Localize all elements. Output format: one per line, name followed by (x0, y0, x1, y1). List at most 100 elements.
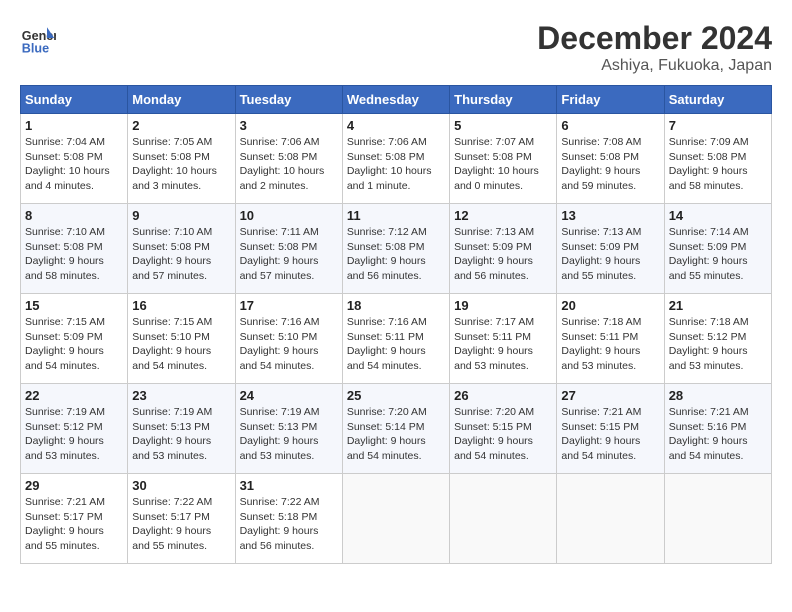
weekday-header: Monday (128, 86, 235, 114)
svg-text:Blue: Blue (22, 41, 49, 55)
calendar-cell: 12 Sunrise: 7:13 AM Sunset: 5:09 PM Dayli… (450, 204, 557, 294)
day-info: Sunrise: 7:21 AM Sunset: 5:15 PM Dayligh… (561, 405, 659, 464)
day-number: 4 (347, 118, 445, 133)
day-info: Sunrise: 7:18 AM Sunset: 5:11 PM Dayligh… (561, 315, 659, 374)
day-number: 24 (240, 388, 338, 403)
day-number: 30 (132, 478, 230, 493)
calendar-cell (342, 474, 449, 564)
calendar-week-row: 15 Sunrise: 7:15 AM Sunset: 5:09 PM Dayli… (21, 294, 772, 384)
calendar-cell: 21Sunrise: 7:18 AM Sunset: 5:12 PM Dayli… (664, 294, 771, 384)
calendar-cell: 20 Sunrise: 7:18 AM Sunset: 5:11 PM Dayli… (557, 294, 664, 384)
calendar-cell (450, 474, 557, 564)
calendar-cell: 22 Sunrise: 7:19 AM Sunset: 5:12 PM Dayli… (21, 384, 128, 474)
weekday-header: Sunday (21, 86, 128, 114)
day-number: 11 (347, 208, 445, 223)
calendar-cell: 15 Sunrise: 7:15 AM Sunset: 5:09 PM Dayli… (21, 294, 128, 384)
day-info: Sunrise: 7:22 AM Sunset: 5:17 PM Dayligh… (132, 495, 230, 554)
day-info: Sunrise: 7:13 AM Sunset: 5:09 PM Dayligh… (454, 225, 552, 284)
day-info: Sunrise: 7:18 AM Sunset: 5:12 PM Dayligh… (669, 315, 767, 374)
calendar-cell: 14 Sunrise: 7:14 AM Sunset: 5:09 PM Dayli… (664, 204, 771, 294)
day-number: 2 (132, 118, 230, 133)
logo-icon: General Blue (20, 20, 56, 56)
calendar-cell: 23 Sunrise: 7:19 AM Sunset: 5:13 PM Dayli… (128, 384, 235, 474)
day-info: Sunrise: 7:12 AM Sunset: 5:08 PM Dayligh… (347, 225, 445, 284)
day-number: 22 (25, 388, 123, 403)
day-number: 27 (561, 388, 659, 403)
day-info: Sunrise: 7:21 AM Sunset: 5:16 PM Dayligh… (669, 405, 767, 464)
calendar-header-row: SundayMondayTuesdayWednesdayThursdayFrid… (21, 86, 772, 114)
calendar-cell: 2 Sunrise: 7:05 AM Sunset: 5:08 PM Daylig… (128, 114, 235, 204)
calendar-cell: 6 Sunrise: 7:08 AM Sunset: 5:08 PM Daylig… (557, 114, 664, 204)
title-area: December 2024 Ashiya, Fukuoka, Japan (537, 20, 772, 75)
calendar-cell: 28 Sunrise: 7:21 AM Sunset: 5:16 PM Dayli… (664, 384, 771, 474)
day-info: Sunrise: 7:04 AM Sunset: 5:08 PM Dayligh… (25, 135, 123, 194)
day-info: Sunrise: 7:08 AM Sunset: 5:08 PM Dayligh… (561, 135, 659, 194)
day-number: 6 (561, 118, 659, 133)
calendar-week-row: 1 Sunrise: 7:04 AM Sunset: 5:08 PM Daylig… (21, 114, 772, 204)
day-info: Sunrise: 7:06 AM Sunset: 5:08 PM Dayligh… (347, 135, 445, 194)
day-number: 5 (454, 118, 552, 133)
day-info: Sunrise: 7:19 AM Sunset: 5:13 PM Dayligh… (132, 405, 230, 464)
calendar-cell: 11 Sunrise: 7:12 AM Sunset: 5:08 PM Dayli… (342, 204, 449, 294)
calendar-cell: 19Sunrise: 7:17 AM Sunset: 5:11 PM Dayli… (450, 294, 557, 384)
day-number: 23 (132, 388, 230, 403)
calendar-cell: 9 Sunrise: 7:10 AM Sunset: 5:08 PM Daylig… (128, 204, 235, 294)
day-info: Sunrise: 7:15 AM Sunset: 5:09 PM Dayligh… (25, 315, 123, 374)
calendar-cell (557, 474, 664, 564)
day-info: Sunrise: 7:22 AM Sunset: 5:18 PM Dayligh… (240, 495, 338, 554)
day-info: Sunrise: 7:10 AM Sunset: 5:08 PM Dayligh… (132, 225, 230, 284)
day-number: 13 (561, 208, 659, 223)
calendar-cell: 31 Sunrise: 7:22 AM Sunset: 5:18 PM Dayli… (235, 474, 342, 564)
day-info: Sunrise: 7:15 AM Sunset: 5:10 PM Dayligh… (132, 315, 230, 374)
weekday-header: Saturday (664, 86, 771, 114)
day-info: Sunrise: 7:05 AM Sunset: 5:08 PM Dayligh… (132, 135, 230, 194)
calendar-week-row: 8 Sunrise: 7:10 AM Sunset: 5:08 PM Daylig… (21, 204, 772, 294)
day-number: 1 (25, 118, 123, 133)
day-number: 18 (347, 298, 445, 313)
day-info: Sunrise: 7:13 AM Sunset: 5:09 PM Dayligh… (561, 225, 659, 284)
day-info: Sunrise: 7:19 AM Sunset: 5:13 PM Dayligh… (240, 405, 338, 464)
calendar-cell: 5 Sunrise: 7:07 AM Sunset: 5:08 PM Daylig… (450, 114, 557, 204)
calendar-cell: 26Sunrise: 7:20 AM Sunset: 5:15 PM Dayli… (450, 384, 557, 474)
day-info: Sunrise: 7:20 AM Sunset: 5:15 PM Dayligh… (454, 405, 552, 464)
location-title: Ashiya, Fukuoka, Japan (537, 57, 772, 75)
day-number: 31 (240, 478, 338, 493)
month-title: December 2024 (537, 20, 772, 57)
day-number: 17 (240, 298, 338, 313)
calendar-cell: 7Sunrise: 7:09 AM Sunset: 5:08 PM Daylig… (664, 114, 771, 204)
day-info: Sunrise: 7:14 AM Sunset: 5:09 PM Dayligh… (669, 225, 767, 284)
calendar-cell: 30 Sunrise: 7:22 AM Sunset: 5:17 PM Dayli… (128, 474, 235, 564)
day-number: 15 (25, 298, 123, 313)
day-number: 25 (347, 388, 445, 403)
calendar-cell: 27 Sunrise: 7:21 AM Sunset: 5:15 PM Dayli… (557, 384, 664, 474)
day-number: 3 (240, 118, 338, 133)
day-number: 8 (25, 208, 123, 223)
calendar-cell: 13 Sunrise: 7:13 AM Sunset: 5:09 PM Dayli… (557, 204, 664, 294)
calendar-week-row: 29Sunrise: 7:21 AM Sunset: 5:17 PM Dayli… (21, 474, 772, 564)
calendar-cell: 3Sunrise: 7:06 AM Sunset: 5:08 PM Daylig… (235, 114, 342, 204)
day-info: Sunrise: 7:16 AM Sunset: 5:11 PM Dayligh… (347, 315, 445, 374)
calendar-cell: 18 Sunrise: 7:16 AM Sunset: 5:11 PM Dayli… (342, 294, 449, 384)
day-number: 9 (132, 208, 230, 223)
day-number: 16 (132, 298, 230, 313)
day-info: Sunrise: 7:21 AM Sunset: 5:17 PM Dayligh… (25, 495, 123, 554)
weekday-header: Tuesday (235, 86, 342, 114)
day-info: Sunrise: 7:07 AM Sunset: 5:08 PM Dayligh… (454, 135, 552, 194)
day-number: 28 (669, 388, 767, 403)
day-info: Sunrise: 7:19 AM Sunset: 5:12 PM Dayligh… (25, 405, 123, 464)
calendar-cell: 10Sunrise: 7:11 AM Sunset: 5:08 PM Dayli… (235, 204, 342, 294)
day-number: 12 (454, 208, 552, 223)
day-number: 7 (669, 118, 767, 133)
day-number: 10 (240, 208, 338, 223)
day-number: 14 (669, 208, 767, 223)
day-info: Sunrise: 7:10 AM Sunset: 5:08 PM Dayligh… (25, 225, 123, 284)
calendar-cell: 24 Sunrise: 7:19 AM Sunset: 5:13 PM Dayli… (235, 384, 342, 474)
calendar-week-row: 22 Sunrise: 7:19 AM Sunset: 5:12 PM Dayli… (21, 384, 772, 474)
day-number: 19 (454, 298, 552, 313)
logo: General Blue (20, 20, 60, 56)
calendar-cell: 8 Sunrise: 7:10 AM Sunset: 5:08 PM Daylig… (21, 204, 128, 294)
day-number: 20 (561, 298, 659, 313)
calendar-cell: 1 Sunrise: 7:04 AM Sunset: 5:08 PM Daylig… (21, 114, 128, 204)
weekday-header: Thursday (450, 86, 557, 114)
calendar-table: SundayMondayTuesdayWednesdayThursdayFrid… (20, 85, 772, 564)
